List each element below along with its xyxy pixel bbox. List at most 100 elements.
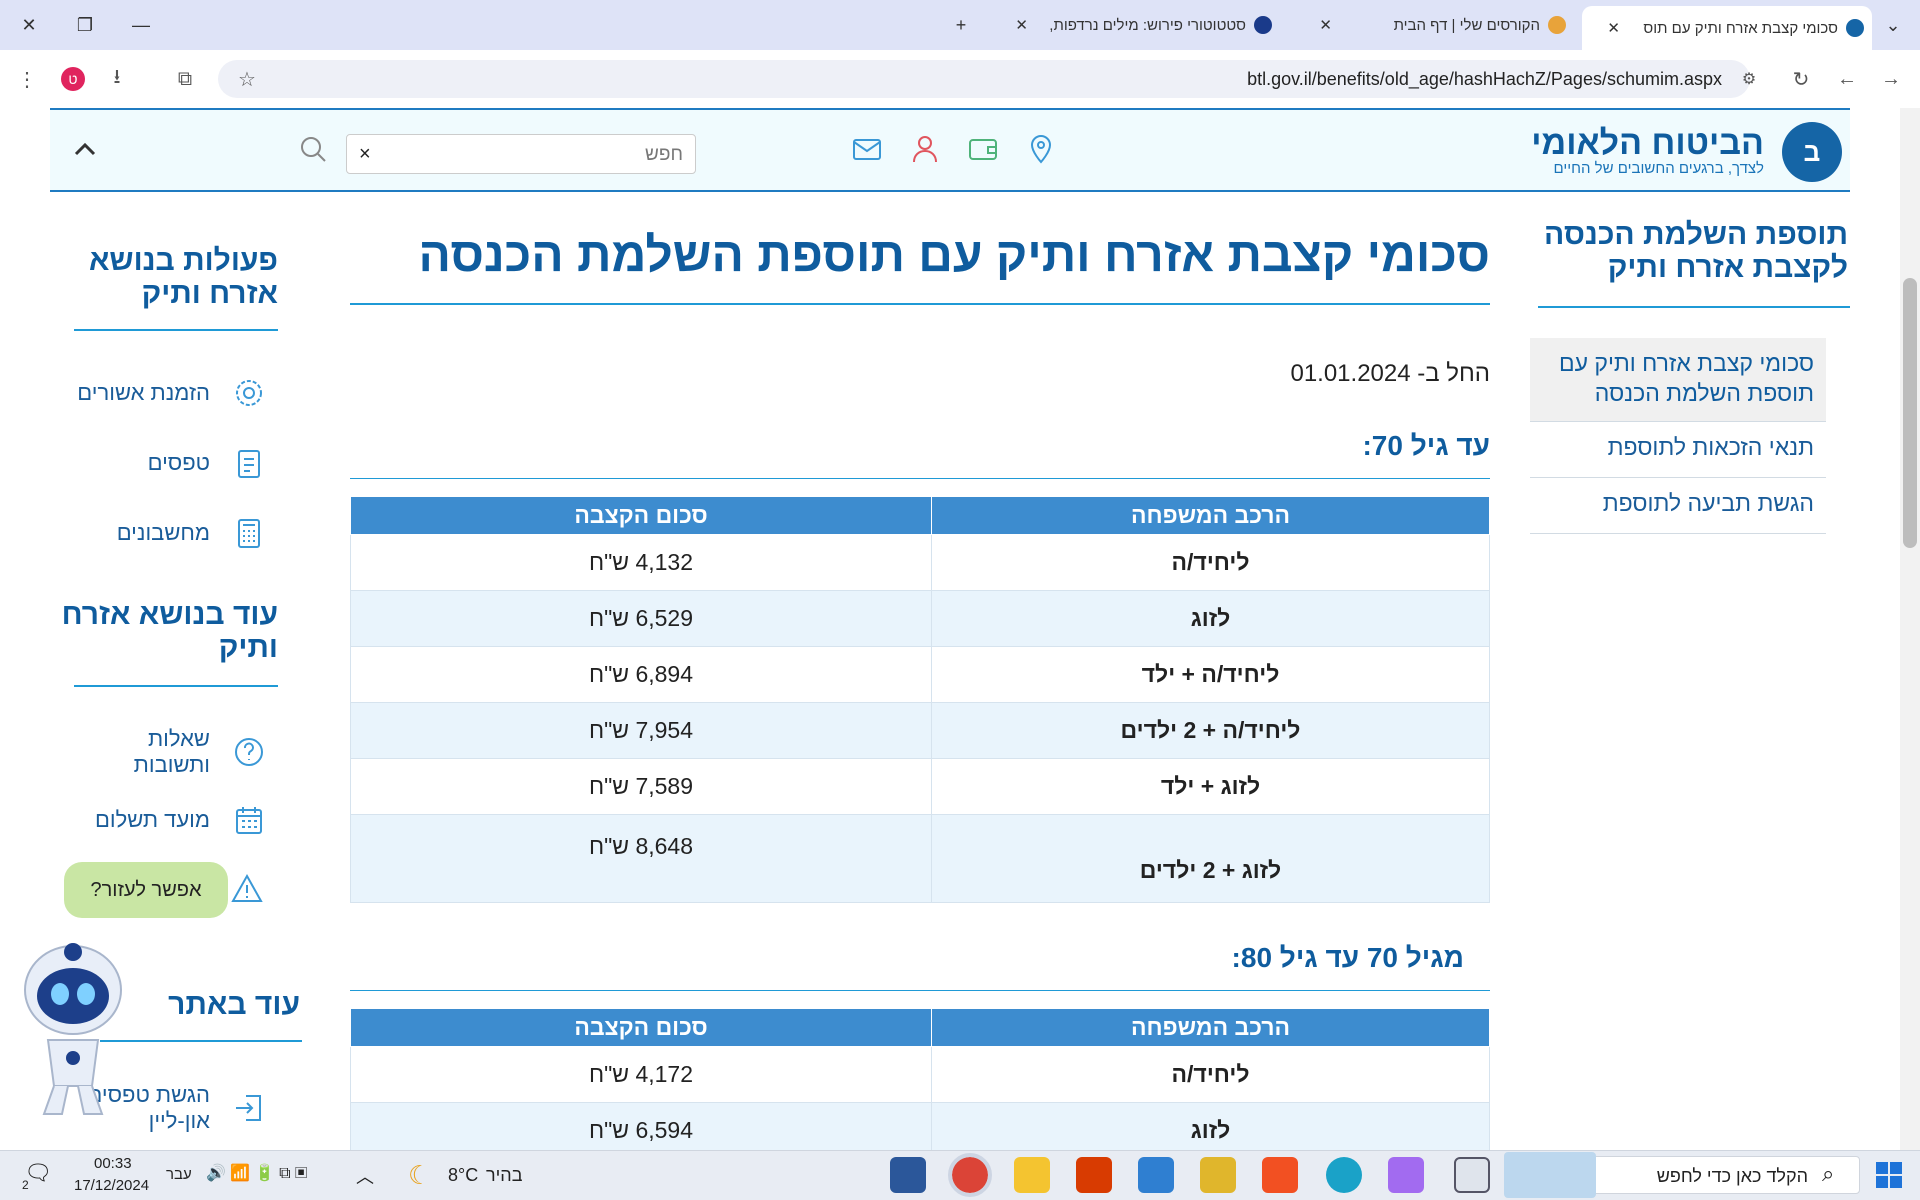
new-tab-button[interactable]: + <box>946 10 976 40</box>
site-header: ב הביטוח הלאומי לצדך, ברגעים החשובים של … <box>50 108 1850 192</box>
action-order-confirmations[interactable]: הזמנת אשורים <box>77 376 266 410</box>
warning-icon[interactable] <box>230 872 264 906</box>
btl-logo-icon[interactable]: ב <box>1782 122 1842 182</box>
table-row: ליחיד/ה 4,172 ש"ח <box>350 1046 1490 1103</box>
tab-title: סטטוטורי פירוש: מילים נרדפות, <box>1049 16 1246 34</box>
menu-icon[interactable]: ⋮ <box>10 62 44 96</box>
btl-favicon-icon <box>1846 19 1864 37</box>
extensions-icon[interactable]: ⧉ <box>168 62 202 96</box>
url-text[interactable]: btl.gov.il/benefits/old_age/hashHachZ/Pa… <box>1247 69 1722 90</box>
tab-courses[interactable]: הקורסים שלי | דף הבית ✕ <box>1288 9 1574 41</box>
edge-icon[interactable] <box>1326 1157 1362 1193</box>
family-cell: ליחיד/ה <box>931 1046 1490 1103</box>
section-divider <box>350 990 1490 991</box>
reload-icon[interactable]: ↻ <box>1784 62 1818 96</box>
effective-date: החל ב- 01.01.2024 <box>1290 360 1490 387</box>
clock-date[interactable]: 17/12/2024 <box>74 1177 149 1194</box>
amount-cell: 7,954 ש"ח <box>350 702 932 759</box>
question-icon <box>235 738 263 766</box>
moon-icon[interactable]: ☾ <box>408 1160 431 1191</box>
search-icon[interactable] <box>296 132 330 166</box>
mail-icon[interactable] <box>850 132 884 166</box>
dictionary-favicon-icon <box>1254 16 1272 34</box>
tab-statutory[interactable]: סטטוטורי פירוש: מילים נרדפות, ✕ <box>990 9 1280 41</box>
weather-desc: בהיר <box>486 1165 523 1185</box>
language-indicator[interactable]: עבר <box>166 1166 192 1183</box>
table-row: לזוג + 2 ילדים 8,648 ש"ח <box>350 814 1490 903</box>
amounts-table-70-to-80: הרכב המשפחה סכום הקצבה ליחיד/ה 4,172 ש"ח … <box>350 1008 1490 1159</box>
courses-favicon-icon <box>1548 16 1566 34</box>
family-cell: ליחיד/ה + ילד <box>931 646 1490 703</box>
page-scrollbar[interactable] <box>1900 108 1920 1150</box>
scrollbar-thumb[interactable] <box>1903 278 1917 548</box>
bookmark-star-icon[interactable]: ☆ <box>230 62 264 96</box>
word-icon[interactable] <box>890 1157 926 1193</box>
location-pin-icon[interactable] <box>1024 132 1058 166</box>
family-cell: ליחיד/ה + 2 ילדים <box>931 702 1490 759</box>
tab-schumim[interactable]: סכומי קצבת אזרח ותיק עם תוס ✕ <box>1582 6 1872 50</box>
chatbot-bubble[interactable]: אפשר לעזור? <box>64 862 228 918</box>
table-header-row: הרכב המשפחה סכום הקצבה <box>350 1008 1490 1047</box>
gear-icon <box>236 380 262 406</box>
family-cell: לזוג + 2 ילדים <box>931 814 1490 903</box>
action-calculators[interactable]: מחשבונים <box>117 516 266 550</box>
site-settings-icon[interactable]: ⚙ <box>1732 62 1766 96</box>
clock-time[interactable]: 00:33 <box>94 1155 132 1172</box>
section-divider <box>350 478 1490 479</box>
amount-cell: 6,894 ש"ח <box>350 646 932 703</box>
lock-app-icon[interactable] <box>1200 1157 1236 1193</box>
more-payment-date[interactable]: מועד תשלום <box>95 803 266 837</box>
close-icon[interactable]: ✕ <box>1319 16 1332 34</box>
mail-app-icon[interactable] <box>1138 1157 1174 1193</box>
more-qa[interactable]: שאלות ותשובות <box>134 726 266 778</box>
column-header-family: הרכב המשפחה <box>931 1008 1490 1047</box>
browser-tab-bar: ⌄ סכומי קצבת אזרח ותיק עם תוס ✕ הקורסים … <box>0 0 1920 50</box>
site-logo-title[interactable]: הביטוח הלאומי <box>1531 124 1764 163</box>
taskbar-search-placeholder: הקלד כאן כדי לחפש <box>1656 1166 1808 1186</box>
chrome-icon[interactable] <box>948 1153 992 1197</box>
chatbot-robot-icon[interactable] <box>18 940 128 1120</box>
profile-avatar[interactable]: ט <box>56 62 90 96</box>
tab-search-button[interactable]: ⌄ <box>1878 10 1908 40</box>
site-search-input[interactable]: חפש × <box>346 134 696 174</box>
wallet-icon[interactable] <box>966 132 1000 166</box>
table-row: לזוג + ילד 7,589 ש"ח <box>350 758 1490 815</box>
amount-cell: 8,648 ש"ח <box>350 814 932 903</box>
title-divider <box>350 303 1490 305</box>
action-forms[interactable]: טפסים <box>148 446 266 480</box>
task-view-icon[interactable] <box>1454 1157 1490 1193</box>
actions-divider <box>74 329 278 331</box>
family-cell: לזוג <box>931 590 1490 647</box>
section-nav-item-eligibility[interactable]: תנאי הזכאות לתוספת <box>1530 422 1826 478</box>
chevron-up-icon[interactable] <box>68 132 102 166</box>
tab-title: סכומי קצבת אזרח ותיק עם תוס <box>1643 19 1838 37</box>
file-explorer-icon[interactable] <box>1014 1157 1050 1193</box>
column-header-family: הרכב המשפחה <box>931 496 1490 535</box>
page-title: סכומי קצבת אזרח ותיק עם תוספת השלמת הכנס… <box>418 229 1491 282</box>
window-close-button[interactable]: ✕ <box>14 10 44 40</box>
amount-cell: 4,132 ש"ח <box>350 534 932 591</box>
office-icon[interactable] <box>1076 1157 1112 1193</box>
window-restore-button[interactable]: ❐ <box>70 10 100 40</box>
download-icon[interactable]: ⭳ <box>100 62 134 96</box>
widgets-winter-icon[interactable] <box>1504 1152 1596 1198</box>
copilot-icon[interactable] <box>1388 1157 1424 1193</box>
windows-start-icon[interactable] <box>1876 1162 1902 1188</box>
section-nav-heading[interactable]: תוספת השלמת הכנסה לקצבת אזרח ותיק <box>1528 218 1848 284</box>
more-divider <box>74 685 278 687</box>
close-icon[interactable]: ✕ <box>1607 19 1620 37</box>
forward-icon[interactable]: → <box>1874 62 1908 96</box>
table-row: ליחיד/ה + ילד 6,894 ש"ח <box>350 646 1490 703</box>
user-icon[interactable] <box>908 132 942 166</box>
tray-icons[interactable]: 🔊 📶 🔋 ⧉ ▣ <box>206 1163 307 1183</box>
section-nav-item-amounts[interactable]: סכומי קצבת אזרח ותיק עם תוספת השלמת הכנס… <box>1530 338 1826 422</box>
clear-search-icon[interactable]: × <box>359 143 371 166</box>
store-icon[interactable] <box>1262 1157 1298 1193</box>
section-nav-item-claim[interactable]: הגשת תביעה לתוספת <box>1530 478 1826 534</box>
back-icon[interactable]: ← <box>1830 62 1864 96</box>
clipboard-icon <box>238 450 260 478</box>
close-icon[interactable]: ✕ <box>1015 16 1028 34</box>
window-minimize-button[interactable]: — <box>126 10 156 40</box>
chevron-up-icon[interactable]: ︿ <box>356 1163 374 1189</box>
search-icon: ⌕ <box>1822 1161 1835 1186</box>
